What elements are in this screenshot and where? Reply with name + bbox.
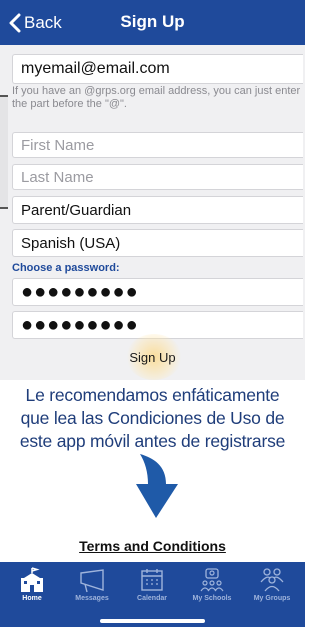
password-field[interactable]: ●●●●●●●●● — [12, 278, 303, 306]
calendar-icon — [141, 569, 163, 591]
page-title: Sign Up — [120, 12, 185, 31]
tab-home[interactable]: Home — [2, 564, 62, 614]
signup-form: myemail@email.com If you have an @grps.o… — [0, 45, 305, 380]
tab-messages[interactable]: Messages — [62, 564, 122, 614]
first-name-field[interactable]: First Name — [12, 132, 303, 158]
tab-label: Calendar — [137, 595, 167, 602]
password-label: Choose a password: — [12, 262, 120, 274]
tab-calendar[interactable]: Calendar — [122, 564, 182, 614]
home-indicator — [100, 619, 205, 623]
annotation-line-1: Le recomendamos enfáticamente — [25, 385, 280, 405]
signup-button[interactable]: Sign Up — [100, 350, 205, 365]
school-building-icon — [21, 567, 43, 592]
groups-icon — [260, 568, 284, 592]
megaphone-icon — [80, 569, 104, 593]
annotation-line-2: que lea las Condiciones de Uso de — [20, 408, 285, 428]
tab-label: Messages — [75, 595, 109, 602]
navigation-bar: Back Sign Up — [0, 0, 305, 45]
language-select[interactable]: Spanish (USA) — [12, 229, 303, 257]
terms-and-conditions-link[interactable]: Terms and Conditions — [0, 538, 305, 554]
curved-arrow-icon — [136, 454, 178, 518]
tab-label: My Schools — [192, 595, 232, 602]
side-edge-marker — [0, 95, 8, 209]
tab-bar: Home Messages Calendar My Schools My Gro… — [0, 562, 305, 627]
role-select[interactable]: Parent/Guardian — [12, 196, 303, 224]
tab-my-schools[interactable]: My Schools — [182, 564, 242, 614]
my-schools-icon — [200, 568, 224, 592]
tab-my-groups[interactable]: My Groups — [242, 564, 302, 614]
email-hint: If you have an @grps.org email address, … — [12, 85, 301, 110]
email-field[interactable]: myemail@email.com — [12, 54, 303, 84]
annotation-line-3: este app móvil antes de registrarse — [19, 431, 286, 451]
annotation-text: Le recomendamos enfáticamente que lea la… — [0, 384, 305, 453]
tab-label: Home — [22, 595, 42, 602]
tab-label: My Groups — [253, 595, 291, 602]
last-name-field[interactable]: Last Name — [12, 164, 303, 190]
